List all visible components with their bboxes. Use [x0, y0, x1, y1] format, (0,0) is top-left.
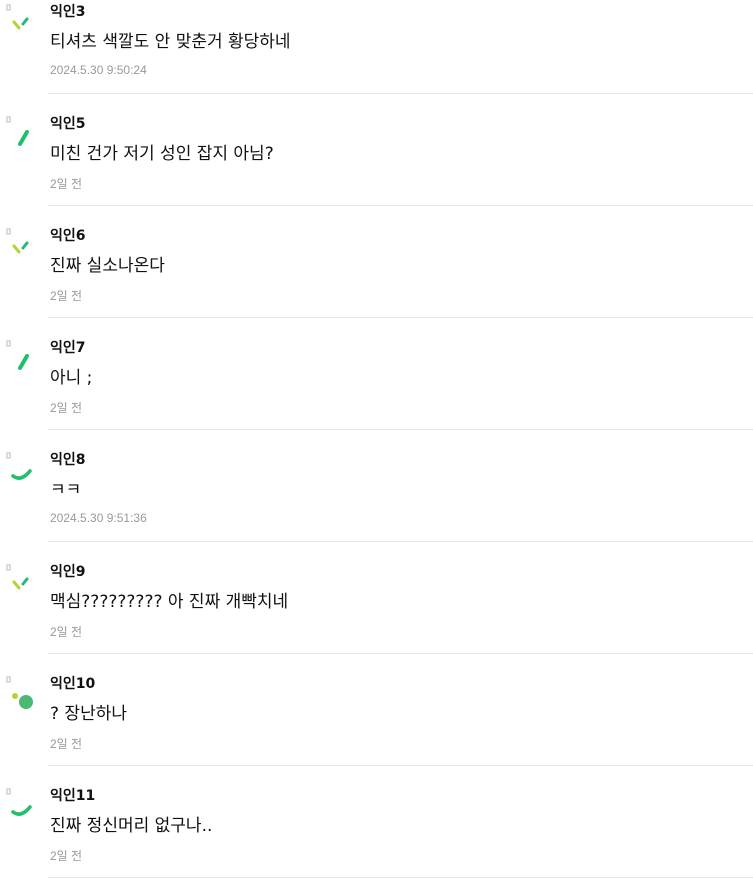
comment-date: 2일 전 [50, 625, 83, 639]
comment-author: 익인10 [50, 676, 96, 692]
divider [48, 541, 753, 542]
comment-date: 2일 전 [50, 177, 83, 191]
comment-item: 익인10 ? 장난하나 2일 전 [0, 664, 753, 776]
divider [48, 653, 753, 654]
comment-author: 익인11 [50, 788, 96, 804]
comment-item: 익인5 미친 건가 저기 성인 잡지 아님? 2일 전 [0, 104, 753, 216]
divider [48, 317, 753, 318]
avatar-dashes-icon[interactable] [6, 228, 36, 262]
comment-text: 진짜 정신머리 없구나.. [50, 816, 213, 836]
comment-author: 익인7 [50, 340, 86, 356]
comment-author: 익인3 [50, 4, 86, 20]
comment-author: 익인5 [50, 116, 86, 132]
comment-item: 익인6 진짜 실소나온다 2일 전 [0, 216, 753, 328]
comment-text: 아니 ; [50, 368, 93, 388]
comment-text: 미친 건가 저기 성인 잡지 아님? [50, 144, 274, 164]
comment-date: 2일 전 [50, 401, 83, 415]
comment-date: 2일 전 [50, 737, 83, 751]
avatar-arc-icon[interactable] [6, 788, 36, 822]
comment-text: 티셔츠 색깔도 안 맞춘거 황당하네 [50, 32, 291, 52]
avatar-arc-icon[interactable] [6, 452, 36, 486]
divider [48, 205, 753, 206]
comment-author: 익인9 [50, 564, 86, 580]
comment-text: 진짜 실소나온다 [50, 256, 165, 276]
comment-date: 2024.5.30 9:50:24 [50, 63, 147, 77]
comment-item: 익인7 아니 ; 2일 전 [0, 328, 753, 440]
comment-author: 익인6 [50, 228, 86, 244]
comment-date: 2일 전 [50, 289, 83, 303]
divider [48, 765, 753, 766]
comment-date: 2024.5.30 9:51:36 [50, 511, 147, 525]
avatar-slash-icon[interactable] [6, 340, 36, 374]
divider [48, 877, 753, 878]
comment-text: ㅋㅋ [50, 480, 82, 500]
comment-item: 익인8 ㅋㅋ 2024.5.30 9:51:36 [0, 440, 753, 552]
comment-author: 익인8 [50, 452, 86, 468]
comment-item: 익인9 맥심????????? 아 진짜 개빡치네 2일 전 [0, 552, 753, 664]
comment-item: 익인3 티셔츠 색깔도 안 맞춘거 황당하네 2024.5.30 9:50:24 [0, 0, 753, 104]
divider [48, 93, 753, 94]
comment-date: 2일 전 [50, 849, 83, 863]
avatar-dashes-icon[interactable] [6, 564, 36, 598]
divider [48, 429, 753, 430]
comment-list: 익인3 티셔츠 색깔도 안 맞춘거 황당하네 2024.5.30 9:50:24… [0, 0, 753, 888]
comment-item: 익인11 진짜 정신머리 없구나.. 2일 전 [0, 776, 753, 888]
avatar-dashes-icon[interactable] [6, 4, 36, 38]
avatar-dots-icon[interactable] [6, 676, 36, 710]
avatar-slash-icon[interactable] [6, 116, 36, 150]
comment-text: 맥심????????? 아 진짜 개빡치네 [50, 592, 289, 612]
comment-text: ? 장난하나 [50, 704, 127, 724]
